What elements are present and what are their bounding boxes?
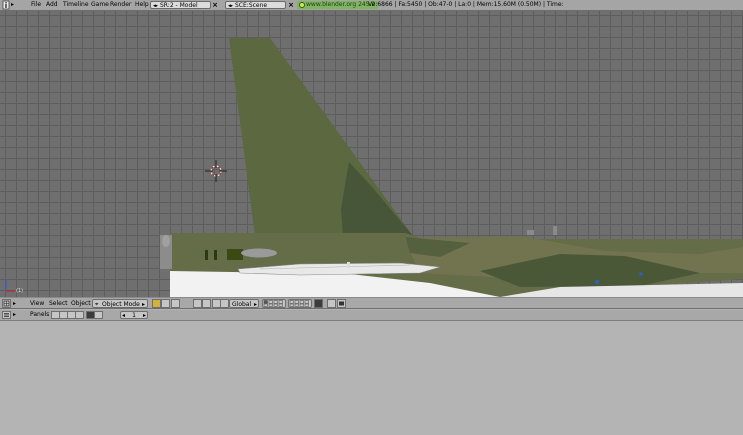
screen-prefix: SR: (160, 2, 170, 9)
decrement-arrow-icon: ◂ (122, 312, 126, 319)
current-frame-label: (1) (16, 288, 24, 294)
info-header: ▸ File Add Timeline Game Render Help ◂▸ … (0, 0, 743, 11)
scene-selector[interactable]: ◂▸ SCE:Scene (225, 1, 286, 9)
object-mode-icon: ⌖ (95, 301, 99, 308)
dropdown-arrow-icon: ▸ (141, 301, 145, 308)
increment-arrow-icon: ▸ (142, 312, 146, 319)
page-number-field[interactable]: ◂ 1 ▸ (120, 311, 148, 319)
screen-browse-icon: ◂▸ (153, 3, 159, 9)
header-collapse-icon[interactable]: ▸ (13, 310, 16, 319)
3d-viewport[interactable]: (1) (0, 11, 743, 297)
render-opengl-icon[interactable] (337, 299, 346, 308)
menu-render[interactable]: Render (110, 0, 131, 10)
buttons-window[interactable] (0, 321, 743, 435)
menu-game[interactable]: Game (91, 0, 109, 10)
blender-logo-icon (299, 2, 305, 8)
scene-name: Scene (248, 2, 268, 9)
panel-scene-icon[interactable] (94, 311, 103, 319)
scene-prefix: SCE: (235, 2, 249, 9)
menu-select[interactable]: Select (49, 299, 68, 308)
scene-browse-icon: ◂▸ (228, 3, 234, 9)
3d-cursor-icon[interactable] (205, 160, 227, 182)
layer-buttons-group-1[interactable] (262, 299, 286, 308)
blender-url[interactable]: www.blender.org 245.2 (297, 1, 379, 9)
screen-selector[interactable]: ◂▸ SR:2 - Model (150, 1, 211, 9)
scene-delete-icon[interactable]: × (288, 1, 294, 9)
tail-fin-camo-dark (341, 162, 413, 236)
view-align-icon[interactable] (171, 299, 180, 308)
transform-orientation-selector[interactable]: Global ▸ (229, 299, 259, 308)
menu-timeline[interactable]: Timeline (63, 0, 89, 10)
panels-label: Panels (30, 311, 50, 318)
screen-delete-icon[interactable]: × (212, 1, 218, 9)
blender-url-text: www.blender.org 245.2 (306, 1, 376, 8)
manipulator-mode-icon[interactable] (220, 299, 229, 308)
dropdown-arrow-icon: ▸ (253, 301, 257, 308)
draw-type-icon[interactable] (152, 299, 161, 308)
orientation-label: Global (232, 301, 252, 308)
mode-selector[interactable]: ⌖ Object Mode ▸ (92, 299, 148, 308)
menu-view[interactable]: View (30, 299, 44, 308)
scene-stats: Ve:6866 | Fa:5450 | Ob:47-0 | La:0 | Mem… (368, 1, 564, 8)
buttons-editor-type-icon[interactable] (2, 311, 11, 319)
menu-add[interactable]: Add (46, 0, 58, 10)
layer-buttons-group-2[interactable] (288, 299, 312, 308)
3d-view-header: ▸ View Select Object ⌖ Object Mode ▸ Glo… (0, 297, 743, 309)
menu-object[interactable]: Object (71, 299, 91, 308)
lock-layers-icon[interactable] (314, 299, 323, 308)
info-window-icon (2, 0, 10, 10)
pivot-point-icon[interactable] (193, 299, 202, 308)
header-triangle-icon[interactable]: ▸ (11, 0, 14, 10)
header-collapse-icon[interactable]: ▸ (13, 299, 16, 308)
mode-label: Object Mode (102, 301, 140, 308)
render-preview-icon[interactable] (327, 299, 336, 308)
axis-gizmo-icon (5, 280, 15, 292)
buttons-window-header: ▸ Panels ◂ 1 ▸ (0, 310, 743, 321)
menu-file[interactable]: File (31, 0, 41, 10)
menu-help[interactable]: Help (135, 0, 149, 10)
editor-type-icon[interactable] (2, 299, 11, 308)
b52-tail-model (160, 38, 743, 297)
window-type-menu[interactable] (2, 0, 10, 10)
draw-type-dropdown-icon[interactable] (161, 299, 170, 308)
panel-object-icon[interactable] (75, 311, 84, 319)
screen-name: 2 - Model (169, 2, 198, 9)
page-number-value: 1 (132, 312, 136, 319)
pivot-dropdown-icon[interactable] (202, 299, 211, 308)
